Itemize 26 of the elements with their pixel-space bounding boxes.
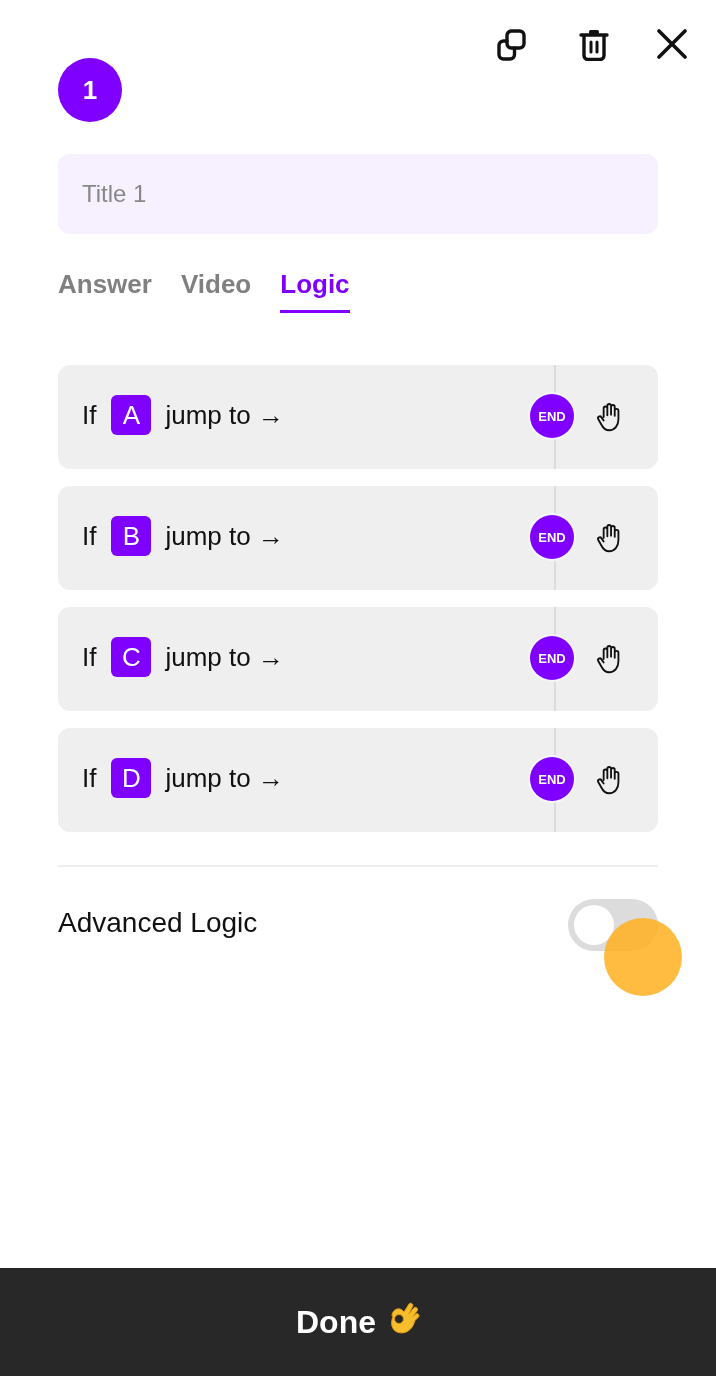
if-label: If (82, 641, 97, 673)
title-field[interactable]: Title 1 (58, 154, 658, 234)
copy-icon[interactable] (496, 29, 526, 61)
tab[interactable]: Video (180, 268, 252, 313)
tab[interactable]: Logic (280, 268, 350, 313)
advanced-logic-label: Advanced Logic (58, 907, 258, 939)
end-target-badge[interactable]: END (530, 394, 574, 438)
trash-icon[interactable] (579, 29, 609, 61)
option-letter: A (111, 395, 152, 435)
end-target-badge[interactable]: END (530, 636, 574, 680)
close-icon[interactable] (657, 29, 687, 59)
question-number: 1 (58, 58, 122, 122)
tab[interactable]: Answer (58, 268, 152, 313)
done-button[interactable]: Done (0, 1268, 716, 1376)
option-letter: D (111, 758, 152, 798)
end-target-badge[interactable]: END (530, 757, 574, 801)
option-letter: C (111, 637, 152, 677)
jump-to-label: jump to → (165, 641, 284, 673)
jump-to-label: jump to → (165, 399, 284, 431)
jump-to-label: jump to → (165, 520, 284, 552)
jump-to-label: jump to → (165, 762, 284, 794)
if-label: If (82, 762, 97, 794)
if-label: If (82, 399, 97, 431)
option-letter: B (111, 516, 152, 556)
end-target-badge[interactable]: END (530, 515, 574, 559)
if-label: If (82, 520, 97, 552)
